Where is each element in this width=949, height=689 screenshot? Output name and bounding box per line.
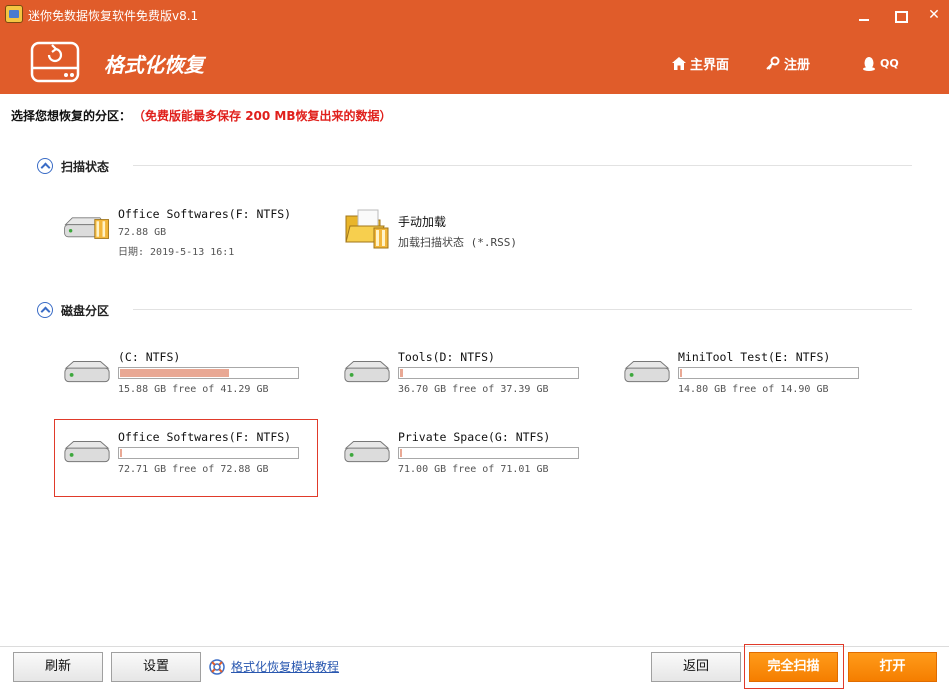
- partition-item[interactable]: Office Softwares(F: NTFS) 72.71 GB free o…: [56, 428, 306, 498]
- partition-name: Private Space(G: NTFS): [398, 430, 551, 444]
- settings-button[interactable]: 设置: [111, 652, 201, 682]
- partition-item[interactable]: MiniTool Test(E: NTFS) 14.80 GB free of 1…: [616, 348, 866, 418]
- partition-item[interactable]: Private Space(G: NTFS) 71.00 GB free of 7…: [336, 428, 586, 498]
- partition-usage-fill: [680, 369, 682, 377]
- hard-drive-icon: [64, 360, 110, 383]
- partition-prompt: 选择您想恢复的分区： （免费版能最多保存 200 MB恢复出来的数据）: [11, 107, 392, 124]
- collapse-toggle-icon[interactable]: [37, 158, 53, 174]
- partition-usage-bar: [118, 367, 299, 379]
- open-button[interactable]: 打开: [848, 652, 937, 682]
- partition-free-space: 15.88 GB free of 41.29 GB: [118, 384, 269, 395]
- partition-usage-fill: [120, 449, 122, 457]
- partition-usage-bar: [398, 367, 579, 379]
- section-divider: [133, 309, 912, 310]
- key-icon: [766, 56, 780, 70]
- manual-load-desc: 加载扫描状态 (*.RSS): [398, 236, 517, 249]
- header-band: 格式化恢复 主界面 注册 QQ: [0, 30, 949, 94]
- prompt-label: 选择您想恢复的分区：: [11, 109, 132, 123]
- section-scan-state: 扫描状态: [37, 157, 109, 175]
- nav-home-label: 主界面: [690, 57, 730, 73]
- window-title: 迷你免数据恢复软件免费版v8.1: [28, 9, 199, 23]
- collapse-toggle-icon[interactable]: [37, 302, 53, 318]
- partition-name: Office Softwares(F: NTFS): [118, 430, 292, 444]
- partition-name: (C: NTFS): [118, 350, 181, 364]
- nav-qq-label: QQ: [880, 56, 899, 70]
- partition-free-space: 72.71 GB free of 72.88 GB: [118, 464, 269, 475]
- drive-with-folder-icon: [64, 217, 109, 239]
- tutorial-link[interactable]: 格式化恢复模块教程: [209, 658, 339, 675]
- penguin-icon: [863, 56, 875, 71]
- open-folder-icon: [345, 209, 389, 249]
- nav-home-link[interactable]: 主界面: [672, 54, 730, 73]
- free-version-warning: （免费版能最多保存 200 MB恢复出来的数据）: [139, 109, 392, 123]
- partition-usage-bar: [118, 447, 299, 459]
- partition-free-space: 71.00 GB free of 71.01 GB: [398, 464, 549, 475]
- nav-qq-link[interactable]: QQ: [862, 54, 899, 72]
- hard-drive-icon: [64, 440, 110, 463]
- partition-free-space: 14.80 GB free of 14.90 GB: [678, 384, 829, 395]
- lifebuoy-icon: [209, 658, 225, 675]
- nav-register-label: 注册: [784, 57, 811, 73]
- back-button[interactable]: 返回: [651, 652, 741, 682]
- hard-drive-icon: [624, 360, 670, 383]
- scan-state-size: 72.88 GB: [118, 227, 167, 238]
- partition-name: MiniTool Test(E: NTFS): [678, 350, 831, 364]
- section-title: 磁盘分区: [61, 303, 110, 318]
- page-title: 格式化恢复: [104, 53, 204, 77]
- footer-divider: [0, 646, 949, 647]
- manual-load-item[interactable]: 手动加载 加载扫描状态 (*.RSS): [336, 204, 576, 274]
- refresh-button[interactable]: 刷新: [13, 652, 103, 682]
- title-bar: 迷你免数据恢复软件免费版v8.1 ✕: [0, 0, 949, 30]
- partition-usage-fill: [120, 369, 229, 377]
- hard-drive-icon: [344, 440, 390, 463]
- partition-item[interactable]: (C: NTFS) 15.88 GB free of 41.29 GB: [56, 348, 306, 418]
- partition-usage-bar: [398, 447, 579, 459]
- tutorial-link-label: 格式化恢复模块教程: [231, 660, 340, 674]
- section-divider: [133, 165, 912, 166]
- full-scan-button[interactable]: 完全扫描: [749, 652, 838, 682]
- partition-usage-fill: [400, 449, 402, 457]
- scan-state-name: Office Softwares(F: NTFS): [118, 207, 292, 221]
- scan-state-date: 日期: 2019-5-13 16:1: [118, 247, 235, 258]
- partition-usage-fill: [400, 369, 403, 377]
- hard-drive-logo-icon: [30, 41, 80, 83]
- minimize-button[interactable]: [852, 4, 876, 26]
- home-icon: [672, 56, 686, 70]
- scan-state-item[interactable]: Office Softwares(F: NTFS) 72.88 GB 日期: 2…: [56, 204, 296, 274]
- partition-name: Tools(D: NTFS): [398, 350, 495, 364]
- maximize-button[interactable]: [888, 4, 912, 26]
- partition-item[interactable]: Tools(D: NTFS) 36.70 GB free of 37.39 GB: [336, 348, 586, 418]
- partition-usage-bar: [678, 367, 859, 379]
- hard-drive-icon: [344, 360, 390, 383]
- section-disk-partitions: 磁盘分区: [37, 301, 109, 319]
- section-title: 扫描状态: [61, 159, 110, 174]
- manual-load-name: 手动加载: [398, 215, 447, 229]
- nav-register-link[interactable]: 注册: [766, 54, 811, 73]
- partition-free-space: 36.70 GB free of 37.39 GB: [398, 384, 549, 395]
- close-button[interactable]: ✕: [922, 4, 946, 26]
- app-icon: [5, 5, 23, 23]
